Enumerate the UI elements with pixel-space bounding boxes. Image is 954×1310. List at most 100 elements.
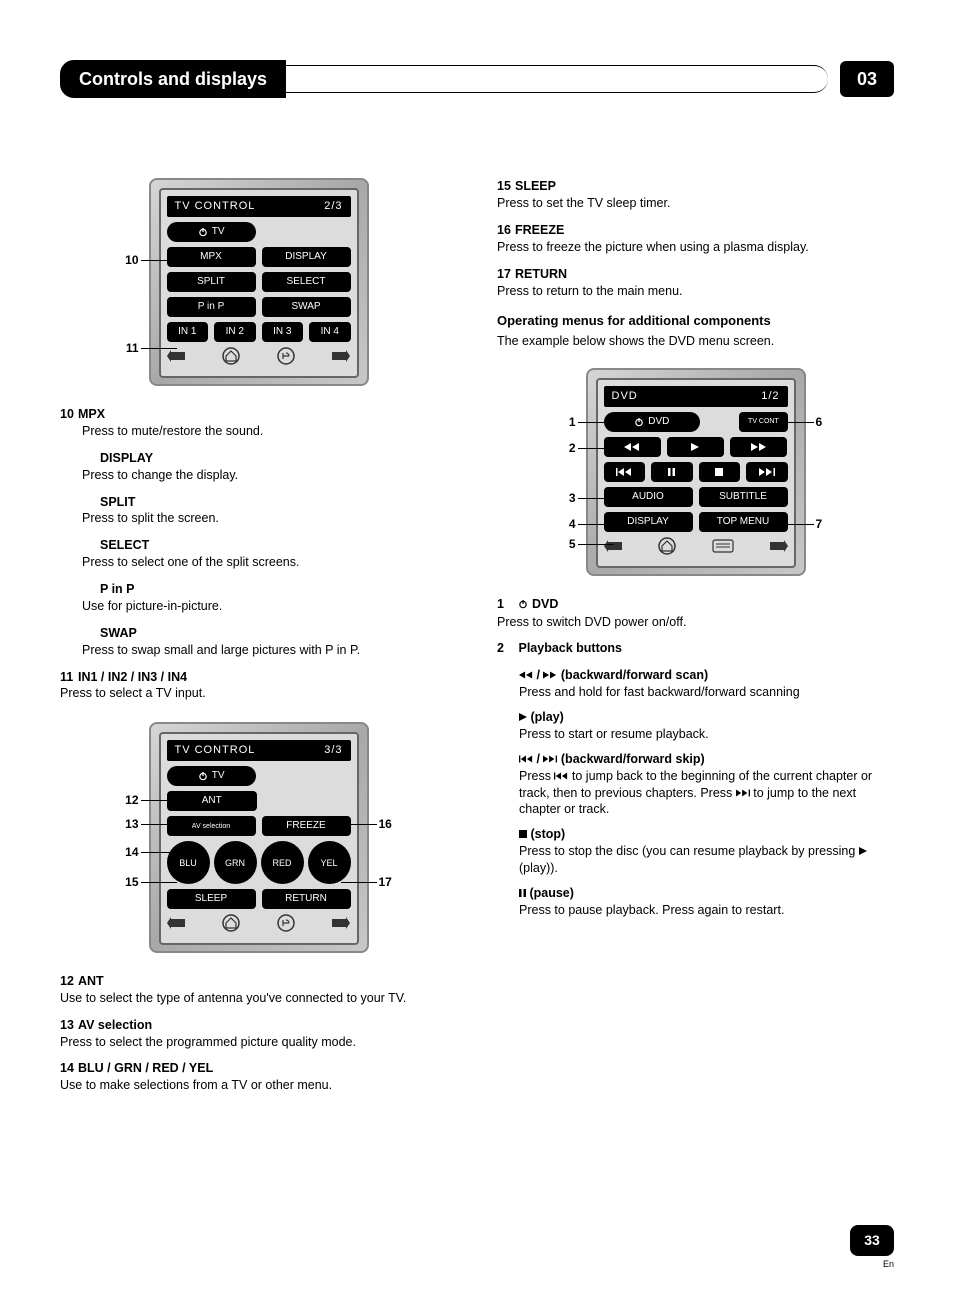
split-button[interactable]: SPLIT <box>167 272 256 292</box>
in3-button[interactable]: IN 3 <box>262 322 304 342</box>
blue-button[interactable]: BLU <box>167 841 210 884</box>
power-icon <box>518 597 528 614</box>
skipfwd-icon <box>543 755 557 763</box>
skipback-icon <box>519 755 533 763</box>
power-label: TV <box>212 225 225 239</box>
display-button[interactable]: DISPLAY <box>262 247 351 267</box>
callout-12: 12 <box>89 792 139 808</box>
pause-title: (pause) <box>519 886 574 900</box>
pip-button[interactable]: P in P <box>167 297 256 317</box>
stop-button[interactable] <box>699 462 741 482</box>
left-arrow-icon[interactable] <box>167 917 185 934</box>
remote-screen-tv23: TV CONTROL 2/3 TV MPX DISPLAY <box>149 178 369 386</box>
left-arrow-icon[interactable] <box>167 350 185 367</box>
return-button[interactable]: RETURN <box>262 889 351 909</box>
left-arrow-icon[interactable] <box>604 540 622 557</box>
play-button[interactable] <box>667 437 724 457</box>
remote-screen-tv33: TV CONTROL 3/3 TV ANT <box>149 722 369 953</box>
display-button[interactable]: DISPLAY <box>604 512 693 532</box>
skipback-icon <box>554 772 568 780</box>
operating-sub: The example below shows the DVD menu scr… <box>497 333 894 350</box>
screen-title: DVD 1/2 <box>604 386 788 407</box>
scan-back-button[interactable] <box>604 437 661 457</box>
callout-17: 17 <box>379 874 429 890</box>
content-columns: TV CONTROL 2/3 TV MPX DISPLAY <box>60 178 894 1104</box>
audio-button[interactable]: AUDIO <box>604 487 693 507</box>
page-number: 33 <box>850 1225 894 1256</box>
callout-15: 15 <box>89 874 139 890</box>
in2-button[interactable]: IN 2 <box>214 322 256 342</box>
in1-button[interactable]: IN 1 <box>167 322 209 342</box>
in4-button[interactable]: IN 4 <box>309 322 351 342</box>
right-arrow-icon[interactable] <box>332 917 350 934</box>
home-icon[interactable] <box>222 347 240 370</box>
sleep-button[interactable]: SLEEP <box>167 889 256 909</box>
ant-button[interactable]: ANT <box>167 791 257 811</box>
select-button[interactable]: SELECT <box>262 272 351 292</box>
left-column: TV CONTROL 2/3 TV MPX DISPLAY <box>60 178 457 1104</box>
play-title: (play) <box>519 710 564 724</box>
return-icon[interactable] <box>277 347 295 370</box>
subtitle-button[interactable]: SUBTITLE <box>699 487 788 507</box>
power-tv-button[interactable]: TV <box>167 222 256 242</box>
mpx-button[interactable]: MPX <box>167 247 256 267</box>
scan-title: / (backward/forward scan) <box>519 668 708 682</box>
power-icon <box>198 227 208 237</box>
skip-fwd-button[interactable] <box>746 462 788 482</box>
stop-icon <box>519 830 527 838</box>
page-header: Controls and displays 03 <box>60 60 894 98</box>
section-title: Controls and displays <box>60 60 286 98</box>
callout-6: 6 <box>816 414 866 430</box>
screen-title-text: TV CONTROL <box>175 199 256 214</box>
scan-fwd-button[interactable] <box>730 437 787 457</box>
pause-icon <box>519 889 526 897</box>
stop-body: Press to stop the disc (you can resume p… <box>519 843 894 877</box>
freeze-button[interactable]: FREEZE <box>262 816 351 836</box>
play-icon <box>519 713 527 721</box>
swap-button[interactable]: SWAP <box>262 297 351 317</box>
skip-title: / (backward/forward skip) <box>519 752 705 766</box>
power-label: DVD <box>648 415 669 429</box>
power-dvd-button[interactable]: DVD <box>604 412 701 432</box>
page-footer: 33 En <box>850 1225 894 1270</box>
manual-page: Controls and displays 03 TV CONTROL 2/3 … <box>0 0 954 1310</box>
topmenu-button[interactable]: TOP MENU <box>699 512 788 532</box>
power-icon <box>198 771 208 781</box>
skip-body: Press to jump back to the beginning of t… <box>519 768 894 819</box>
screen-page: 1/2 <box>761 389 779 404</box>
home-icon[interactable] <box>658 537 676 560</box>
green-button[interactable]: GRN <box>214 841 257 884</box>
callout-5: 5 <box>526 536 576 552</box>
screen-title: TV CONTROL 2/3 <box>167 196 351 217</box>
right-arrow-icon[interactable] <box>770 540 788 557</box>
yellow-button[interactable]: YEL <box>308 841 351 884</box>
page-language: En <box>850 1258 894 1270</box>
screen-title: TV CONTROL 3/3 <box>167 740 351 761</box>
rewind-icon <box>519 671 533 679</box>
desc-group-10-11: 10MPXPress to mute/restore the sound. DI… <box>60 406 457 702</box>
desc-group-12-14: 12ANTUse to select the type of antenna y… <box>60 973 457 1094</box>
skipfwd-icon <box>736 789 750 797</box>
callout-14: 14 <box>89 844 139 860</box>
right-arrow-icon[interactable] <box>332 350 350 367</box>
screen-title-text: TV CONTROL <box>175 743 256 758</box>
desc-group-15-17: 15SLEEPPress to set the TV sleep timer. … <box>497 178 894 299</box>
home-icon[interactable] <box>222 914 240 937</box>
callout-7: 7 <box>816 516 866 532</box>
keyboard-icon[interactable] <box>712 539 734 558</box>
screen-page: 2/3 <box>324 199 342 214</box>
pause-button[interactable] <box>651 462 693 482</box>
callout-4: 4 <box>526 516 576 532</box>
power-label: TV <box>212 769 225 783</box>
return-icon[interactable] <box>277 914 295 937</box>
skip-back-button[interactable] <box>604 462 646 482</box>
red-button[interactable]: RED <box>261 841 304 884</box>
av-selection-button[interactable]: AV selection <box>167 816 256 836</box>
callout-10: 10 <box>89 252 139 268</box>
operating-heading: Operating menus for additional component… <box>497 312 894 330</box>
dvd-descriptions: 1 DVD Press to switch DVD power on/off. … <box>497 596 894 919</box>
fastfwd-icon <box>543 671 557 679</box>
chapter-number: 03 <box>840 61 894 97</box>
power-icon <box>634 417 644 427</box>
power-tv-button[interactable]: TV <box>167 766 256 786</box>
